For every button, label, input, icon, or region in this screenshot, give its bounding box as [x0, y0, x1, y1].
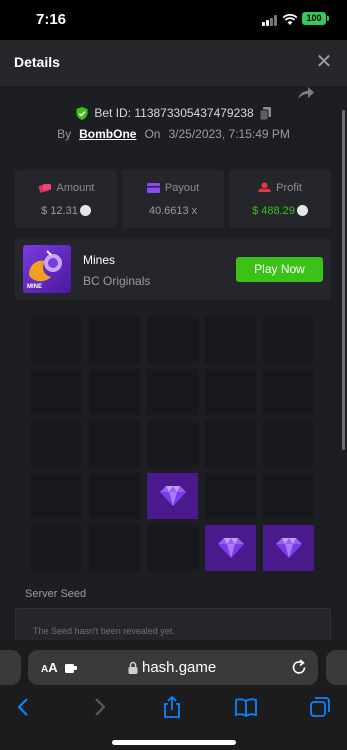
mines-game-thumbnail[interactable]: MINE	[23, 245, 71, 293]
profit-icon	[258, 182, 272, 192]
profit-label: Profit	[276, 182, 302, 194]
bet-id-row: Bet ID: 113873305437479238	[0, 106, 347, 120]
hidden-tile	[205, 473, 256, 519]
amount-label: Amount	[56, 182, 95, 194]
lock-icon	[128, 661, 138, 674]
username-link[interactable]: BombOne	[79, 127, 136, 141]
hidden-tile	[89, 473, 140, 519]
hidden-tile	[31, 421, 82, 467]
profit-value: $ 488.29	[252, 205, 295, 217]
battery-icon: 100	[302, 12, 329, 25]
wallet-icon	[146, 183, 160, 193]
details-content: Bet ID: 113873305437479238 By BombOne On…	[0, 86, 347, 650]
hidden-tile	[89, 525, 140, 571]
coins-icon	[38, 184, 51, 193]
currency-coin-icon	[296, 205, 308, 216]
payout-card: Payout 40.6613 x	[122, 170, 224, 228]
revealed-gem-tile	[147, 473, 198, 519]
currency-coin-icon	[79, 205, 91, 216]
bet-author-row: By BombOne On 3/25/2023, 7:15:49 PM	[0, 127, 347, 141]
gem-icon	[218, 538, 244, 558]
status-time: 7:16	[36, 11, 67, 28]
hidden-tile	[147, 421, 198, 467]
hidden-tile	[147, 369, 198, 415]
revealed-gem-tile	[205, 525, 256, 571]
game-provider: BC Originals	[83, 274, 151, 288]
hidden-tile	[89, 369, 140, 415]
gem-icon	[160, 486, 186, 506]
close-icon[interactable]: ✕	[313, 52, 335, 74]
hidden-tile	[205, 421, 256, 467]
hidden-tile	[31, 473, 82, 519]
amount-card: Amount $ 12.31	[15, 170, 117, 228]
copy-icon[interactable]	[259, 106, 271, 120]
revealed-gem-tile	[263, 525, 314, 571]
hidden-tile	[147, 317, 198, 363]
payout-value: 40.6613 x	[148, 205, 198, 217]
home-indicator	[112, 740, 236, 745]
game-name: Mines	[83, 253, 116, 267]
play-now-button[interactable]: Play Now	[236, 257, 323, 282]
verified-shield-icon	[76, 106, 88, 120]
thumb-text: MINE	[27, 284, 42, 290]
safari-chrome: AA hash.game	[0, 640, 347, 750]
hidden-tile	[263, 473, 314, 519]
hidden-tile	[147, 525, 198, 571]
on-label: On	[144, 127, 161, 141]
game-card: MINE Mines BC Originals Play Now	[15, 238, 331, 300]
hidden-tile	[31, 525, 82, 571]
hidden-tile	[263, 369, 314, 415]
hidden-tile	[263, 317, 314, 363]
safari-toolbar	[0, 695, 347, 725]
server-seed-text: The Seed hasn't been revealed yet.	[33, 626, 175, 636]
hidden-tile	[205, 317, 256, 363]
profit-card: Profit $ 488.29	[229, 170, 331, 228]
scrollbar[interactable]	[342, 110, 345, 450]
reader-settings-button[interactable]: AA	[41, 660, 58, 675]
payout-label: Payout	[164, 182, 200, 194]
by-label: By	[57, 127, 72, 141]
reload-icon[interactable]	[291, 659, 307, 676]
address-bar[interactable]: AA hash.game	[28, 650, 318, 685]
hidden-tile	[31, 369, 82, 415]
back-icon[interactable]	[12, 695, 36, 719]
share-sheet-icon[interactable]	[160, 695, 184, 719]
forward-icon[interactable]	[87, 695, 111, 719]
gem-icon	[276, 538, 302, 558]
hidden-tile	[205, 369, 256, 415]
server-seed-label: Server Seed	[25, 588, 87, 600]
extension-icon[interactable]	[65, 662, 77, 673]
hidden-tile	[31, 317, 82, 363]
next-tab[interactable]	[326, 650, 347, 685]
status-bar: 7:16 100	[0, 0, 347, 40]
previous-tab[interactable]	[0, 650, 21, 685]
tabs-icon[interactable]	[308, 695, 332, 719]
amount-value: $ 12.31	[41, 205, 78, 217]
hidden-tile	[89, 317, 140, 363]
hidden-tile	[263, 421, 314, 467]
bookmarks-icon[interactable]	[234, 695, 258, 719]
wifi-icon	[282, 13, 298, 25]
share-icon[interactable]	[297, 86, 315, 100]
hidden-tile	[89, 421, 140, 467]
modal-header: Details ✕	[0, 40, 347, 86]
cellular-signal-icon	[262, 15, 278, 26]
url-text[interactable]: hash.game	[142, 659, 216, 676]
bet-id: Bet ID: 113873305437479238	[94, 106, 254, 120]
modal-title: Details	[14, 54, 60, 70]
bet-datetime: 3/25/2023, 7:15:49 PM	[168, 127, 290, 141]
